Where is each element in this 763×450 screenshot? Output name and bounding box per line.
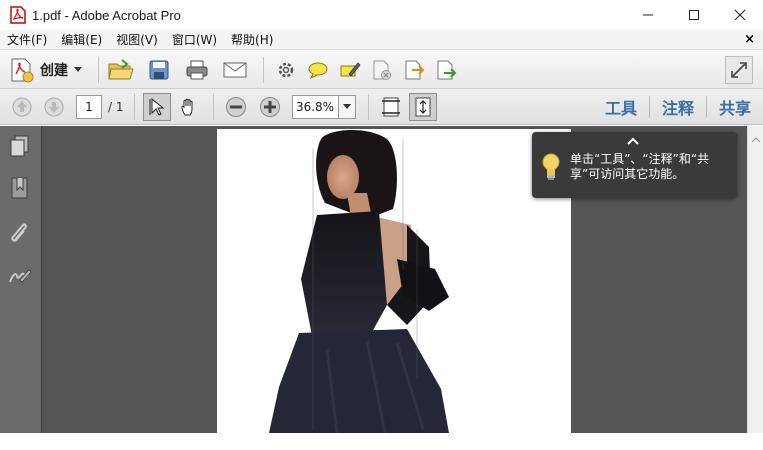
arrow-down-icon: [44, 97, 64, 116]
fit-width-button[interactable]: [377, 93, 405, 121]
scroll-up-icon: [751, 137, 761, 143]
tab-tools[interactable]: 工具: [593, 95, 649, 119]
signatures-button[interactable]: [8, 264, 32, 288]
secure-icon: [373, 60, 391, 80]
main-toolbar: 创建: [0, 51, 763, 89]
pdf-page: [217, 129, 571, 433]
sign-pen-icon: [340, 61, 361, 77]
page-thumbnails-button[interactable]: [8, 134, 32, 158]
maximize-button[interactable]: [671, 0, 717, 30]
export-button[interactable]: [400, 56, 428, 84]
minimize-icon: [643, 14, 653, 16]
select-tool-button[interactable]: [142, 92, 171, 121]
close-button[interactable]: [717, 0, 763, 30]
features-tooltip: 单击“工具”、“注释”和“共享”可访问其它功能。: [532, 132, 737, 198]
share-icon: [437, 60, 457, 79]
email-icon: [223, 62, 247, 77]
chevron-up-icon[interactable]: [626, 136, 640, 146]
zoom-out-icon: [225, 96, 246, 117]
expand-icon: [731, 62, 747, 78]
minimize-button[interactable]: [625, 0, 671, 30]
page-total: / 1: [108, 99, 124, 114]
pages-icon: [10, 135, 29, 157]
secure-button[interactable]: [368, 56, 396, 84]
comment-button[interactable]: [304, 56, 332, 84]
navigation-toolbar: 1 / 1 36.8% 工具 注释 共享: [0, 89, 763, 125]
menu-window[interactable]: 窗口(W): [165, 31, 224, 48]
window-title: 1.pdf - Adobe Acrobat Pro: [32, 7, 181, 23]
acrobat-pdf-icon: [10, 6, 26, 24]
expand-button[interactable]: [725, 56, 753, 84]
create-button[interactable]: 创建: [10, 55, 82, 85]
chevron-down-icon: [342, 104, 351, 109]
create-label: 创建: [40, 62, 68, 79]
document-close-button[interactable]: ×: [744, 32, 755, 47]
open-button[interactable]: [107, 56, 135, 84]
cursor-arrow-icon: [149, 97, 164, 116]
open-folder-icon: [108, 58, 134, 79]
lightbulb-icon: [542, 153, 560, 180]
page-number-input[interactable]: 1: [76, 94, 102, 119]
gear-icon: [278, 62, 294, 77]
arrow-up-icon: [12, 97, 32, 116]
zoom-out-button[interactable]: [222, 93, 250, 121]
attachments-button[interactable]: [8, 220, 32, 244]
maximize-icon: [689, 10, 699, 20]
create-pdf-icon: [11, 58, 34, 82]
menu-bar: 文件(F) 编辑(E) 视图(V) 窗口(W) 帮助(H) ×: [0, 30, 763, 50]
zoom-in-icon: [259, 96, 280, 117]
bottom-strip: [0, 433, 763, 450]
tab-share[interactable]: 共享: [707, 95, 763, 119]
menu-edit[interactable]: 编辑(E): [54, 31, 109, 48]
fit-page-button[interactable]: [408, 92, 437, 121]
email-button[interactable]: [221, 56, 249, 84]
bookmark-icon: [11, 177, 28, 199]
menu-file[interactable]: 文件(F): [0, 31, 54, 48]
save-icon: [149, 60, 169, 79]
save-button[interactable]: [145, 56, 173, 84]
next-page-button[interactable]: [40, 93, 68, 121]
zoom-level-input[interactable]: 36.8%: [291, 94, 338, 119]
vertical-scrollbar[interactable]: [747, 126, 763, 433]
page-photo: [269, 129, 449, 433]
comment-bubble-icon: [308, 62, 328, 79]
hand-tool-button[interactable]: [175, 93, 203, 121]
navigation-pane: [0, 126, 42, 433]
fit-page-icon: [415, 97, 430, 116]
chevron-down-icon: [74, 67, 82, 72]
settings-button[interactable]: [272, 56, 300, 84]
tooltip-text: 单击“工具”、“注释”和“共享”可访问其它功能。: [570, 152, 710, 181]
share-button[interactable]: [432, 56, 460, 84]
export-icon: [405, 60, 425, 79]
menu-help[interactable]: 帮助(H): [224, 31, 280, 48]
sign-button[interactable]: [336, 56, 364, 84]
title-bar: 1.pdf - Adobe Acrobat Pro: [0, 0, 763, 30]
previous-page-button[interactable]: [8, 93, 36, 121]
zoom-in-button[interactable]: [256, 93, 284, 121]
menu-view[interactable]: 视图(V): [109, 31, 165, 48]
print-button[interactable]: [183, 56, 211, 84]
bookmarks-button[interactable]: [8, 176, 32, 200]
tab-comments[interactable]: 注释: [650, 95, 706, 119]
fit-width-icon: [381, 97, 400, 116]
zoom-dropdown-button[interactable]: [337, 94, 356, 119]
hand-icon: [180, 98, 192, 115]
signature-icon: [9, 269, 32, 283]
close-icon: [734, 9, 746, 21]
paperclip-icon: [11, 223, 27, 242]
print-icon: [186, 60, 208, 79]
